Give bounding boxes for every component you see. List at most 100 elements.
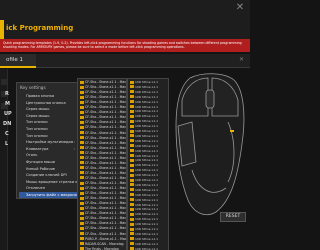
folder-icon — [130, 163, 134, 167]
sub-macro-label: 10R Sthne x1.1 — [135, 246, 159, 250]
reset-button[interactable]: RESET — [220, 212, 246, 222]
macro-item-label: CF-Sho...Stone-x1.1 - Macrolog — [85, 85, 126, 90]
close-icon[interactable]: ✕ — [232, 2, 248, 14]
menu-item-label: Клавиатура — [26, 146, 49, 151]
menu-item[interactable]: Тип кнопки — [19, 133, 77, 139]
folder-icon — [80, 151, 84, 155]
sub-macro-label: 10R Sthne x1.1 — [135, 207, 159, 212]
sub-macro-label: 10R Sthne x1.1 — [135, 192, 159, 197]
folder-icon — [80, 131, 84, 134]
menu-item[interactable]: Умный Рабочие — [19, 166, 77, 172]
menu-item[interactable]: Отключен — [19, 185, 77, 191]
folder-icon — [80, 242, 84, 246]
menu-item[interactable]: Серая мышь — [19, 106, 77, 112]
menu-header: Key settings — [20, 85, 46, 90]
menu-item[interactable]: Правая кнопка — [19, 93, 77, 99]
menu-item[interactable]: Тип кнопки — [19, 126, 77, 132]
macro-item-label: CF-Sho...Stone-x1.1 - Macrolog — [85, 186, 126, 191]
folder-icon — [130, 242, 134, 246]
panel-close-icon[interactable]: ✕ — [239, 56, 244, 63]
macro-item-label: CF-Sho...Stone-x1.1 - Macrolog — [85, 125, 126, 130]
folder-icon — [130, 129, 134, 133]
sub-macro-label: 10R Sthne x1.1 — [135, 109, 159, 114]
folder-icon — [80, 176, 84, 180]
tab-row: ofile 1 ✕ — [0, 54, 250, 68]
sub-macro-label: 10R Sthne x1.1 — [135, 104, 159, 109]
sub-macro-label: 10R Sthne x1.1 — [135, 182, 159, 187]
sub-macro-label: 10R Sthne x1.1 — [135, 163, 159, 168]
folder-icon — [130, 232, 134, 236]
folder-icon — [80, 216, 84, 220]
macro-item-label: CF-Sho...Stone-x1.1 - Macrolog — [85, 140, 126, 145]
menu-item-label: Серая мышь — [26, 107, 50, 112]
folder-icon — [130, 114, 134, 118]
folder-icon — [80, 156, 84, 160]
menu-item[interactable]: Настройки мультимедиа › — [19, 139, 77, 145]
sub-macro-item[interactable]: 10R Sthne x1.1 — [129, 247, 169, 250]
sub-macro-label: 10R Sthne x1.1 — [135, 178, 159, 182]
menu-item[interactable]: Огонь — [19, 152, 77, 158]
folder-icon — [80, 171, 84, 175]
folder-icon — [80, 186, 84, 190]
folder-icon — [80, 211, 84, 215]
macro-item-label: CF-Sho...Stone-x1.1 - Macrolog — [85, 90, 126, 95]
folder-icon — [80, 196, 84, 200]
tab-profile-1[interactable]: ofile 1 — [0, 54, 36, 68]
macro-item-label: CF-Sho...Stone-x1.1 - Macrolog — [85, 145, 126, 150]
macro-item-label: CF-Sho...Stone-x1.1 - Macrolog — [85, 80, 126, 84]
sub-macro-label: 10R Sthne x1.1 — [135, 222, 159, 227]
folder-icon — [130, 203, 134, 206]
menu-item[interactable]: Центральная кнопка — [19, 100, 77, 106]
sub-macro-label: 10R Sthne x1.1 — [135, 99, 159, 104]
folder-icon — [130, 178, 134, 182]
menu-item[interactable]: Серая мышь — [19, 113, 77, 119]
toolbar-button[interactable] — [1, 79, 7, 85]
macro-item-label: CF-Sho...Stone-x1.1 - Macrolog — [85, 181, 126, 185]
menu-item[interactable]: Мышь вращение стрелки клавиша — [19, 179, 77, 185]
macro-item-label: CF-Sho...Stone-x1.1 - Macrolog — [85, 170, 126, 175]
sub-macro-label: 10R Sthne x1.1 — [135, 94, 159, 99]
folder-icon — [80, 85, 84, 89]
folder-icon — [80, 181, 84, 185]
macro-item[interactable]: The Finals - Macrolog — [79, 247, 126, 250]
sub-macro-label: 10R Sthne x1.1 — [135, 153, 159, 158]
mouse-illustration — [168, 70, 250, 220]
macro-item-label: CF-Sho...Stone-x1.1 - Macrolog — [85, 221, 126, 226]
folder-icon — [80, 146, 84, 150]
folder-icon — [130, 222, 134, 226]
sub-macro-label: 10R Sthne x1.1 — [135, 129, 159, 133]
macro-item-label: CF-Sho...Stone-x1.1 - Macrolog — [85, 95, 126, 100]
menu-item[interactable]: Клавиатура › — [19, 146, 77, 152]
macro-item-label: The Finals - Macrolog — [85, 246, 119, 250]
folder-icon — [80, 237, 84, 241]
sub-macro-label: 10R Sthne x1.1 — [135, 158, 159, 163]
sub-macro-label: 10R Sthne x1.1 — [135, 173, 159, 178]
menu-item[interactable]: Тип кнопки — [19, 119, 77, 125]
macro-item-label: CF-Sho...Stone-x1.1 - Macrolog — [85, 165, 126, 170]
menu-item[interactable]: Создание ключей DPI — [19, 172, 77, 178]
folder-icon — [80, 221, 84, 225]
menu-item-label: Настройки мультимедиа — [26, 140, 74, 145]
folder-icon — [80, 95, 84, 99]
folder-icon — [130, 149, 134, 153]
macro-item-label: CF-Sho...Stone-x1.1 - Macrolog — [85, 130, 126, 135]
menu-item-label: Правая кнопка — [26, 94, 55, 98]
macro-item-label: CF-Sho...Stone-x1.1 - Macrolog — [85, 110, 126, 115]
macro-list: CF-Sho...Stone-x1.1 - MacrologCF-Sho...S… — [77, 78, 127, 250]
folder-icon — [130, 154, 134, 157]
sub-macro-label: 10R Sthne x1.1 — [135, 168, 159, 173]
menu-item[interactable]: Функция мыши — [19, 159, 77, 165]
key-settings-menu: Key settings Правая кнопка Центральная кн… — [16, 82, 78, 199]
menu-item-label: Тип кнопки — [26, 133, 48, 138]
title-bar: ick Programming ✕ — [0, 0, 250, 39]
menu-item-label: Центральная кнопка — [26, 100, 66, 105]
macro-item-label: CF-Sho...Stone-x1.1 - Macrolog — [85, 150, 126, 155]
title-accent — [0, 20, 4, 39]
folder-icon — [130, 119, 134, 123]
macro-item-label: CF-Sho...Stone-x1.1 - Macrolog — [85, 216, 126, 221]
folder-icon — [80, 100, 84, 104]
mouse-wheel — [205, 89, 215, 109]
folder-icon — [130, 95, 134, 99]
chevron-right-icon: › — [73, 140, 75, 145]
menu-item[interactable]: Загрузить файл с макросом — [19, 192, 77, 199]
